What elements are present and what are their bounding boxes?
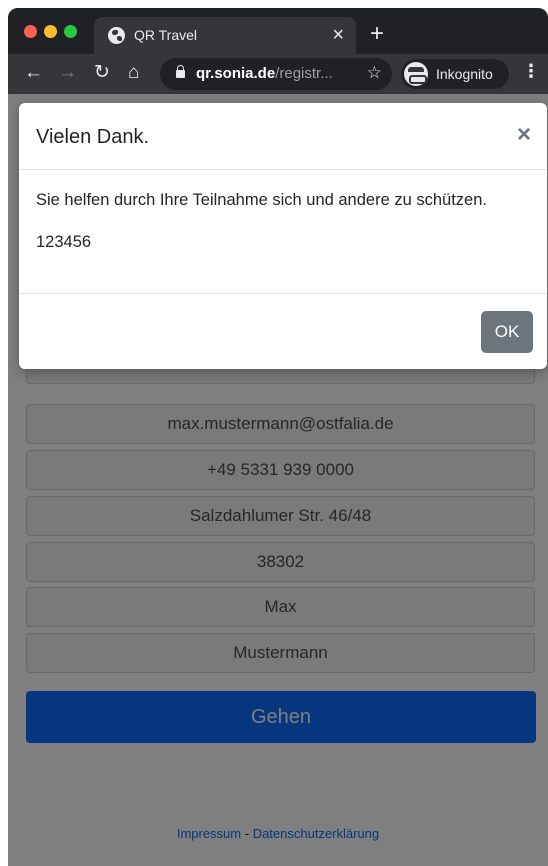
- browser-toolbar: ← → ↻ ⌂ qr.sonia.de/registr... ☆ Inkogni…: [8, 54, 548, 94]
- dialog-footer: OK: [19, 293, 547, 369]
- tab-strip: QR Travel × +: [8, 8, 548, 54]
- tab-close-icon[interactable]: ×: [332, 23, 344, 47]
- maximize-window-button[interactable]: [64, 25, 77, 38]
- ok-button[interactable]: OK: [481, 311, 533, 353]
- forward-arrow-icon[interactable]: →: [58, 60, 77, 86]
- incognito-icon: [404, 62, 428, 86]
- confirmation-code: 123456: [36, 233, 92, 251]
- new-tab-button[interactable]: +: [370, 22, 384, 46]
- minimize-window-button[interactable]: [44, 25, 57, 38]
- close-icon[interactable]: ×: [517, 121, 531, 149]
- dialog-body: Sie helfen durch Ihre Teilnahme sich und…: [36, 191, 536, 275]
- incognito-profile-button[interactable]: Inkognito: [401, 59, 509, 89]
- dialog-message: Sie helfen durch Ihre Teilnahme sich und…: [36, 191, 487, 209]
- lock-icon: [176, 65, 185, 78]
- dialog-header: Vielen Dank. ×: [19, 103, 547, 170]
- browser-window: QR Travel × + ← → ↻ ⌂ qr.sonia.de/regist…: [8, 8, 548, 866]
- thank-you-dialog: Vielen Dank. × Sie helfen durch Ihre Tei…: [19, 103, 547, 369]
- globe-icon: [108, 27, 125, 44]
- home-icon[interactable]: ⌂: [128, 60, 139, 86]
- dialog-title: Vielen Dank.: [36, 126, 150, 148]
- kebab-menu-icon[interactable]: ⋮: [522, 61, 540, 82]
- incognito-label: Inkognito: [436, 66, 493, 82]
- bookmark-star-icon[interactable]: ☆: [367, 63, 382, 83]
- reload-icon[interactable]: ↻: [94, 60, 110, 86]
- url-text: qr.sonia.de/registr...: [196, 65, 333, 82]
- tab-title: QR Travel: [134, 27, 198, 43]
- back-arrow-icon[interactable]: ←: [24, 60, 43, 86]
- close-window-button[interactable]: [24, 25, 37, 38]
- tab-qr-travel[interactable]: QR Travel ×: [94, 17, 356, 54]
- address-bar[interactable]: qr.sonia.de/registr... ☆: [160, 58, 392, 90]
